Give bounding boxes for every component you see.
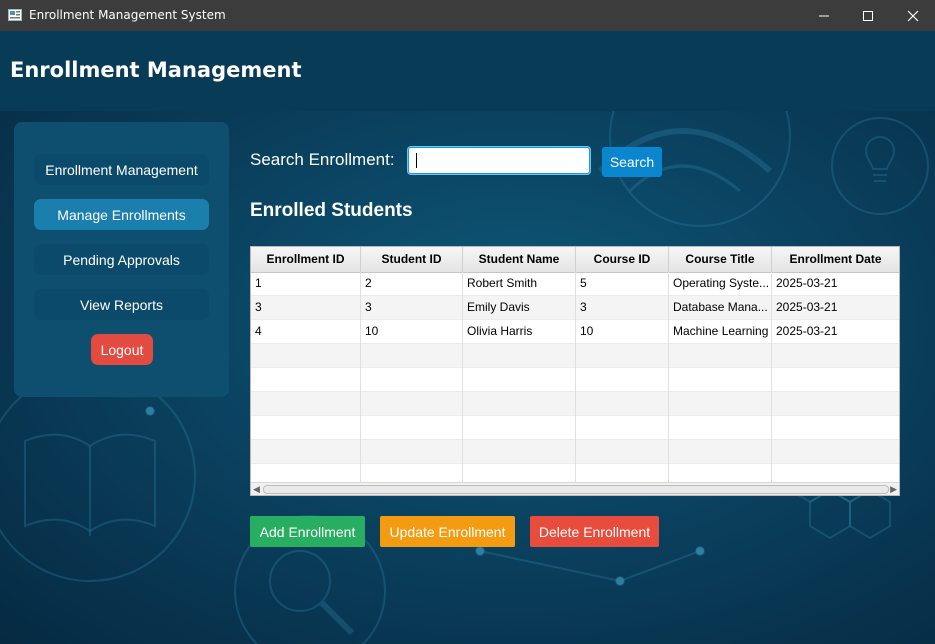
text-caret [416, 153, 417, 168]
update-enrollment-button[interactable]: Update Enrollment [380, 516, 515, 547]
column-header-enrollment-id[interactable]: Enrollment ID [251, 247, 361, 272]
scrollbar-thumb[interactable] [263, 485, 889, 494]
empty-row [251, 368, 899, 392]
cell-student-name: Emily Davis [463, 296, 576, 320]
search-label: Search Enrollment: [250, 150, 395, 169]
column-header-enrollment-date[interactable]: Enrollment Date [772, 247, 899, 272]
cell-enrollment-id: 1 [251, 272, 361, 296]
logout-button[interactable]: Logout [91, 334, 153, 365]
cell-enrollment-date: 2025-03-21 [776, 276, 838, 290]
table-row[interactable]: 3 3 Emily Davis 3 Database Mana... 2025-… [251, 296, 899, 320]
cell-student-name: Olivia Harris [463, 320, 576, 344]
add-enrollment-button[interactable]: Add Enrollment [250, 516, 365, 547]
cell-course-id: 10 [576, 320, 669, 344]
empty-row [251, 416, 899, 440]
window-titlebar: Enrollment Management System [0, 0, 935, 31]
column-header-student-id[interactable]: Student ID [361, 247, 463, 272]
cell-student-id: 3 [361, 296, 463, 320]
window-title: Enrollment Management System [29, 8, 226, 22]
cell-course-title: Database Mana... [669, 296, 772, 320]
cell-student-name: Robert Smith [463, 272, 576, 296]
enrollments-table[interactable]: Enrollment ID Student ID Student Name Co… [250, 246, 900, 496]
column-header-student-name[interactable]: Student Name [463, 247, 576, 272]
table-header: Enrollment ID Student ID Student Name Co… [251, 247, 899, 273]
sidebar-item-pending-approvals[interactable]: Pending Approvals [34, 244, 209, 275]
empty-row [251, 344, 899, 368]
cell-course-id: 3 [576, 296, 669, 320]
empty-row [251, 392, 899, 416]
column-header-course-id[interactable]: Course ID [576, 247, 669, 272]
cell-enrollment-date: 2025-03-21 [776, 324, 838, 338]
scroll-right-icon[interactable]: ▶ [890, 484, 897, 495]
minimize-icon[interactable] [801, 0, 847, 31]
app-header: Enrollment Management [0, 31, 935, 111]
cell-course-title: Operating Syste... [669, 272, 772, 296]
horizontal-scrollbar[interactable]: ◀ ▶ [251, 482, 899, 495]
table-row[interactable]: 4 10 Olivia Harris 10 Machine Learning 2… [251, 320, 899, 344]
section-title: Enrolled Students [250, 200, 413, 221]
maximize-icon[interactable] [845, 0, 891, 31]
app-icon [8, 9, 22, 21]
cell-student-id: 2 [361, 272, 463, 296]
table-row[interactable]: 1 2 Robert Smith 5 Operating Syste... 20… [251, 272, 899, 296]
sidebar-item-view-reports[interactable]: View Reports [34, 289, 209, 320]
scroll-left-icon[interactable]: ◀ [253, 484, 260, 495]
search-input[interactable] [408, 147, 590, 174]
cell-enrollment-id: 3 [251, 296, 361, 320]
page-title: Enrollment Management [10, 58, 302, 82]
empty-row [251, 440, 899, 464]
column-header-course-title[interactable]: Course Title [669, 247, 772, 272]
search-button[interactable]: Search [602, 147, 662, 177]
delete-enrollment-button[interactable]: Delete Enrollment [530, 516, 659, 547]
sidebar-item-manage-enrollments[interactable]: Manage Enrollments [34, 199, 209, 230]
cell-enrollment-date: 2025-03-21 [776, 300, 838, 314]
cell-student-id: 10 [361, 320, 463, 344]
table-body: 1 2 Robert Smith 5 Operating Syste... 20… [251, 272, 899, 488]
cell-course-id: 5 [576, 272, 669, 296]
cell-course-title: Machine Learning [669, 320, 772, 344]
sidebar-item-enrollment-management[interactable]: Enrollment Management [34, 154, 209, 185]
cell-enrollment-id: 4 [251, 320, 361, 344]
close-icon[interactable] [890, 0, 935, 31]
